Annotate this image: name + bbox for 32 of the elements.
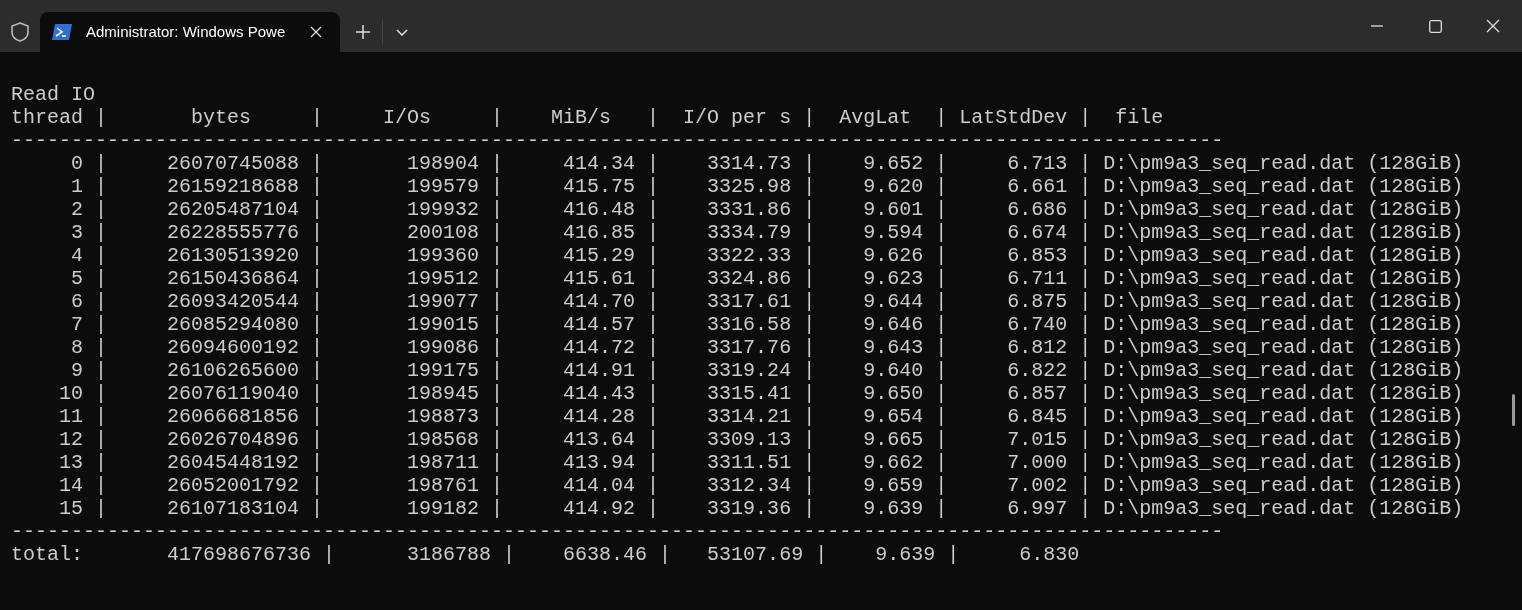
tab-title: Administrator: Windows Powe — [86, 21, 287, 42]
close-icon — [310, 26, 322, 38]
terminal-line: 11 | 26066681856 | 198873 | 414.28 | 3314.21 | 9.654 | 6.845 | D:\pm9a3_seq_read.dat (128GiB) — [58, 405, 1464, 428]
terminal-line: 5 | 26150436864 | 199512 | 415.61 | 3324.86 | 9.623 | 6.711 | D:\pm9a3_seq_read.dat (128GiB) — [70, 267, 1464, 290]
close-icon — [1486, 19, 1500, 33]
terminal-line: 2 | 26205487104 | 199932 | 416.48 | 3331.86 | 9.601 | 6.686 | D:\pm9a3_seq_read.dat (128GiB) — [70, 198, 1464, 221]
terminal-line: 7 | 26085294080 | 199015 | 414.57 | 3316.58 | 9.646 | 6.740 | D:\pm9a3_seq_read.dat (128GiB) — [70, 313, 1464, 336]
terminal-line: 3 | 26228555776 | 200108 | 416.85 | 3334.79 | 9.594 | 6.674 | D:\pm9a3_seq_read.dat (128GiB) — [70, 221, 1464, 244]
terminal-line: thread | bytes | I/Os | MiB/s | I/O per s | AvgLat | LatStdDev | file — [11, 106, 1164, 129]
terminal-line: Read IO — [11, 83, 95, 106]
terminal-line: 13 | 26045448192 | 198711 | 413.94 | 3311.51 | 9.662 | 7.000 | D:\pm9a3_seq_read.dat (128GiB) — [58, 451, 1464, 474]
terminal-line: total: 417698676736 | 3186788 | 6638.46 | 53107.69 | 9.639 | 6.830 — [11, 543, 1080, 566]
terminal-line: 4 | 26130513920 | 199360 | 415.29 | 3322.33 | 9.626 | 6.853 | D:\pm9a3_seq_read.dat (128GiB) — [70, 244, 1464, 267]
terminal-line: 15 | 26107183104 | 199182 | 414.92 | 3319.36 | 9.639 | 6.997 | D:\pm9a3_seq_read.dat (128GiB) — [58, 497, 1464, 520]
terminal-line: 1 | 26159218688 | 199579 | 415.75 | 3325.98 | 9.620 | 6.661 | D:\pm9a3_seq_read.dat (128GiB) — [70, 175, 1464, 198]
terminal-line: ----------------------------------------------------------------------------------------------------- — [11, 520, 1224, 543]
chevron-down-icon — [396, 28, 408, 36]
terminal-line: 12 | 26026704896 | 198568 | 413.64 | 3309.13 | 9.665 | 7.015 | D:\pm9a3_seq_read.dat (128GiB) — [58, 428, 1464, 451]
terminal-tab[interactable]: Administrator: Windows Powe — [40, 12, 340, 52]
scrollbar-thumb[interactable] — [1512, 394, 1515, 426]
terminal-line: ----------------------------------------------------------------------------------------------------- — [11, 129, 1224, 152]
powershell-icon — [52, 24, 72, 40]
terminal-line: 8 | 26094600192 | 199086 | 414.72 | 3317.76 | 9.643 | 6.812 | D:\pm9a3_seq_read.dat (128GiB) — [70, 336, 1464, 359]
shield-icon — [11, 22, 29, 42]
terminal-line: 10 | 26076119040 | 198945 | 414.43 | 3315.41 | 9.650 | 6.857 | D:\pm9a3_seq_read.dat (128GiB) — [58, 382, 1464, 405]
maximize-icon — [1428, 19, 1442, 33]
terminal-line: 0 | 26070745088 | 198904 | 414.34 | 3314.73 | 9.652 | 6.713 | D:\pm9a3_seq_read.dat (128GiB) — [70, 152, 1464, 175]
terminal-line: 9 | 26106265600 | 199175 | 414.91 | 3319.24 | 9.640 | 6.822 | D:\pm9a3_seq_read.dat (128GiB) — [70, 359, 1464, 382]
minimize-icon — [1371, 25, 1383, 27]
plus-icon — [356, 25, 370, 39]
terminal-line: 14 | 26052001792 | 198761 | 414.04 | 3312.34 | 9.659 | 7.002 | D:\pm9a3_seq_read.dat (128GiB) — [58, 474, 1464, 497]
terminal-line: 6 | 26093420544 | 199077 | 414.70 | 3317.61 | 9.644 | 6.875 | D:\pm9a3_seq_read.dat (128GiB) — [70, 290, 1464, 313]
